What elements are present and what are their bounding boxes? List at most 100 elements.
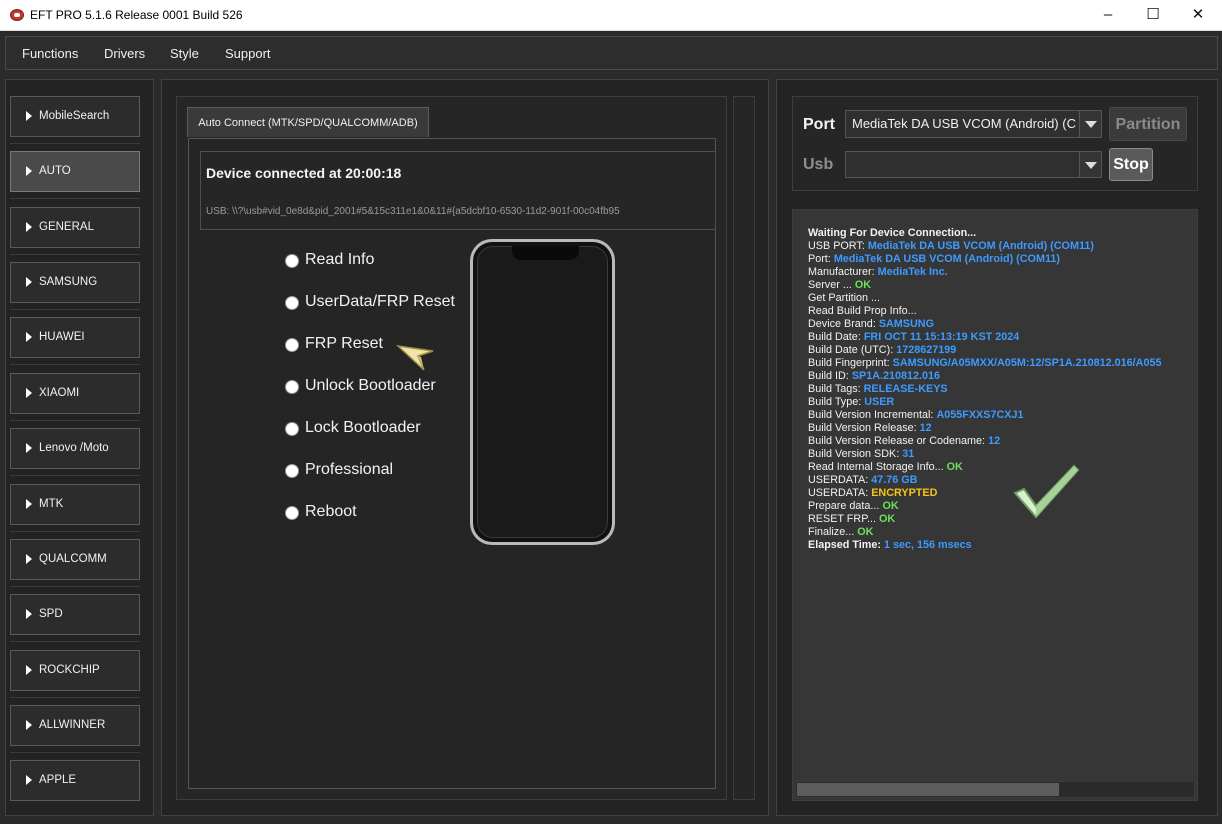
menu-style[interactable]: Style	[170, 46, 199, 61]
sidebar-item-rockchip[interactable]: ROCKCHIP	[10, 650, 140, 691]
expand-arrow-icon	[26, 499, 32, 509]
menu-drivers[interactable]: Drivers	[104, 46, 145, 61]
log-value: RELEASE-KEYS	[863, 383, 948, 395]
log-label: USB PORT:	[808, 240, 868, 252]
option-label[interactable]: Reboot	[305, 503, 357, 521]
log-line: Manufacturer: MediaTek Inc.	[808, 266, 948, 278]
radio-lock-bootloader[interactable]	[285, 422, 299, 436]
log-line: Build Version Release or Codename: 12	[808, 435, 1000, 447]
log-value: MediaTek DA USB VCOM (Android) (COM11)	[833, 253, 1060, 265]
title-bar: EFT PRO 5.1.6 Release 0001 Build 526 – ☐…	[0, 0, 1222, 31]
sidebar-item-allwinner[interactable]: ALLWINNER	[10, 705, 140, 746]
log-scrollbar-thumb[interactable]	[797, 783, 1059, 796]
expand-arrow-icon	[26, 222, 32, 232]
app-logo-icon	[10, 9, 24, 21]
log-label: Read Build Prop Info...	[808, 305, 917, 317]
log-label: Get Partition ...	[808, 292, 881, 304]
log-value: 12	[988, 435, 1001, 447]
partition-button[interactable]: Partition	[1109, 107, 1187, 141]
menu-support[interactable]: Support	[225, 46, 271, 61]
expand-arrow-icon	[26, 554, 32, 564]
success-checkmark-icon	[1013, 464, 1080, 519]
option-label[interactable]: Unlock Bootloader	[305, 377, 436, 395]
usb-label: Usb	[803, 156, 834, 173]
menu-functions[interactable]: Functions	[22, 46, 78, 61]
log-label: USERDATA:	[808, 474, 872, 486]
expand-arrow-icon	[26, 665, 32, 675]
option-label[interactable]: FRP Reset	[305, 335, 383, 353]
sidebar-item-lenovo-moto[interactable]: Lenovo /Moto	[10, 428, 140, 469]
sidebar-item-general[interactable]: GENERAL	[10, 207, 140, 248]
sidebar-item-apple[interactable]: APPLE	[10, 760, 140, 801]
radio-userdata-frp-reset[interactable]	[285, 296, 299, 310]
log-output: Waiting For Device Connection... USB PORT…	[792, 209, 1198, 801]
sidebar-item-label: SAMSUNG	[39, 276, 98, 288]
log-value: OK	[854, 279, 872, 291]
sidebar-item-label: HUAWEI	[39, 331, 85, 343]
option-label[interactable]: Professional	[305, 461, 393, 479]
log-value: OK	[882, 500, 899, 512]
log-label: Port:	[808, 253, 834, 265]
usb-select[interactable]	[845, 151, 1102, 178]
log-line: Read Internal Storage Info... OK	[808, 461, 963, 473]
log-value: 12	[919, 422, 932, 434]
device-connected-title: Device connected at 20:00:18	[206, 165, 402, 181]
minimize-button[interactable]: –	[1085, 0, 1131, 31]
phone-illustration	[470, 239, 615, 545]
expand-arrow-icon	[26, 332, 32, 342]
radio-professional[interactable]	[285, 464, 299, 478]
radio-unlock-bootloader[interactable]	[285, 380, 299, 394]
mouse-cursor-icon	[396, 344, 434, 371]
port-select[interactable]: MediaTek DA USB VCOM (Android) (C	[845, 110, 1102, 138]
phone-notch	[512, 246, 579, 260]
sidebar-divider	[10, 198, 140, 199]
sidebar-item-qualcomm[interactable]: QUALCOMM	[10, 539, 140, 580]
stop-button[interactable]: Stop	[1109, 148, 1153, 181]
sidebar-item-auto[interactable]: AUTO	[10, 151, 140, 192]
log-value: OK	[946, 461, 963, 473]
tab-auto-connect[interactable]: Auto Connect (MTK/SPD/QUALCOMM/ADB)	[187, 107, 429, 137]
sidebar-item-mtk[interactable]: MTK	[10, 484, 140, 525]
option-label[interactable]: UserData/FRP Reset	[305, 293, 455, 311]
device-usb-path: USB: \\?\usb#vid_0e8d&pid_2001#5&15c311e…	[206, 206, 620, 217]
log-label: Waiting For Device Connection...	[808, 227, 977, 239]
log-label: Read Internal Storage Info...	[808, 461, 947, 473]
close-button[interactable]: ✕	[1175, 0, 1221, 31]
log-line: Build Tags: RELEASE-KEYS	[808, 383, 948, 395]
maximize-button[interactable]: ☐	[1130, 0, 1176, 31]
log-line: Build Date: FRI OCT 11 15:13:19 KST 2024	[808, 331, 1019, 343]
log-horizontal-scrollbar[interactable]	[795, 781, 1195, 798]
log-value: SAMSUNG/A05MXX/A05M:12/SP1A.210812.016/A…	[892, 357, 1162, 369]
sidebar-divider	[10, 586, 140, 587]
usb-dropdown-arrow-icon[interactable]	[1079, 152, 1101, 177]
sidebar-divider	[10, 697, 140, 698]
radio-reboot[interactable]	[285, 506, 299, 520]
log-line: Get Partition ...	[808, 292, 880, 304]
port-dropdown-arrow-icon[interactable]	[1079, 111, 1101, 137]
sidebar-item-xiaomi[interactable]: XIAOMI	[10, 373, 140, 414]
sidebar-item-mobilesearch[interactable]: MobileSearch	[10, 96, 140, 137]
option-label[interactable]: Lock Bootloader	[305, 419, 421, 437]
sidebar-item-label: MobileSearch	[39, 110, 110, 122]
log-line: USERDATA: ENCRYPTED	[808, 487, 937, 499]
log-label: Build Version Release or Codename:	[808, 435, 989, 447]
option-label[interactable]: Read Info	[305, 251, 374, 269]
log-label: Build Date (UTC):	[808, 344, 897, 356]
sidebar-item-huawei[interactable]: HUAWEI	[10, 317, 140, 358]
radio-frp-reset[interactable]	[285, 338, 299, 352]
sidebar-item-label: ROCKCHIP	[39, 664, 100, 676]
log-value: MediaTek DA USB VCOM (Android) (COM11)	[867, 240, 1094, 252]
log-label: Build ID:	[808, 370, 852, 382]
vertical-scrollbar[interactable]	[733, 96, 755, 800]
sidebar-item-samsung[interactable]: SAMSUNG	[10, 262, 140, 303]
log-label: RESET FRP...	[808, 513, 880, 525]
log-line: Elapsed Time: 1 sec, 156 msecs	[808, 539, 972, 551]
sidebar-item-label: ALLWINNER	[39, 719, 106, 731]
expand-arrow-icon	[26, 388, 32, 398]
expand-arrow-icon	[26, 166, 32, 176]
radio-read-info[interactable]	[285, 254, 299, 268]
sidebar-item-spd[interactable]: SPD	[10, 594, 140, 635]
log-label: Build Fingerprint:	[808, 357, 893, 369]
log-value: OK	[879, 513, 896, 525]
log-line: Server ... OK	[808, 279, 871, 291]
